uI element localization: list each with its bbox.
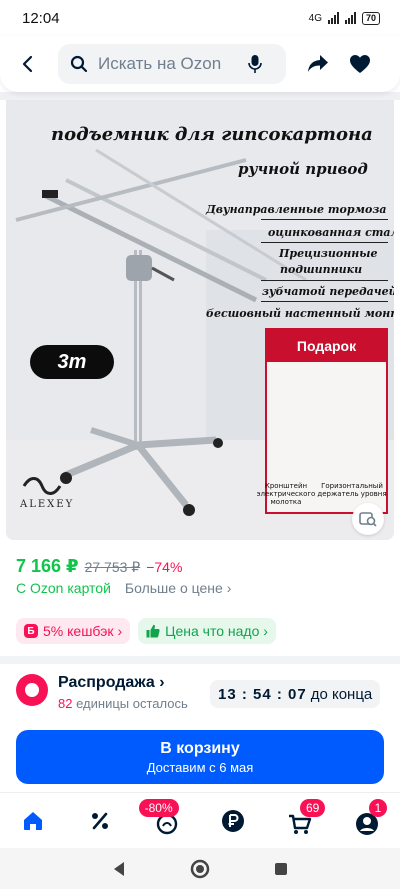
tab-fresh[interactable]: -80%: [138, 798, 189, 843]
feature-underline: [261, 219, 388, 220]
price-current: 7 166 ₽: [16, 556, 79, 576]
signal-icon-2: [344, 12, 356, 24]
system-nav-bar: [0, 848, 400, 889]
microphone-icon[interactable]: [248, 54, 262, 74]
feature-bearings: подшипники: [280, 263, 363, 276]
fair-price-label: Цена что надо ›: [165, 623, 268, 639]
ruble-icon: [222, 809, 245, 832]
tab-home[interactable]: [11, 799, 55, 843]
feature-underline: [261, 242, 388, 243]
add-to-cart-label: В корзину: [160, 739, 240, 757]
promo-badge: -80%: [138, 798, 179, 817]
thumbs-up-icon: [146, 624, 160, 638]
status-bar: 12:04 4G 70: [0, 0, 400, 36]
feature-gear: зубчатой передачей: [262, 285, 394, 298]
signal-icon: [327, 12, 339, 24]
cashback-label: 5% кешбэк ›: [43, 623, 123, 639]
home-circle-icon[interactable]: [190, 859, 210, 879]
top-header: [0, 36, 400, 92]
image-search-button[interactable]: [352, 503, 384, 535]
price-discount: −74%: [146, 559, 183, 575]
feature-underline: [261, 280, 388, 281]
gift-box: Подарок Кронштейн электрического молотка…: [257, 328, 388, 514]
timer-suffix: до конца: [310, 685, 373, 703]
sale-block[interactable]: Распродажа › 82 единицы осталось 13 : 54…: [16, 670, 384, 718]
section-divider: [0, 656, 400, 664]
tab-ozon-bank[interactable]: [211, 799, 255, 843]
network-type: 4G: [308, 12, 322, 24]
gift-caption-holder: Горизонтальный держатель уровня: [317, 482, 387, 498]
gift-label: Подарок: [267, 330, 386, 362]
favorite-button[interactable]: [342, 46, 378, 82]
feature-brakes: Двунаправленные тормоза: [206, 203, 387, 216]
back-arrow-icon: [22, 55, 33, 73]
card-price-row: С Ozon картой Больше о цене ›: [16, 580, 231, 596]
benefit-chips: Б 5% кешбэк › Цена что надо ›: [16, 618, 276, 644]
height-badge: 3m: [30, 345, 114, 379]
gift-caption-hammer: Кронштейн электрического молотка: [256, 482, 316, 506]
more-price-link[interactable]: Больше о цене ›: [125, 580, 231, 596]
sale-logo-icon: [16, 674, 48, 706]
share-button[interactable]: [300, 46, 336, 82]
status-time: 12:04: [22, 9, 60, 27]
image-search-icon: [359, 512, 377, 527]
battery-icon: 70: [361, 11, 380, 25]
photo-title: подъемник для гипсокартона: [51, 124, 373, 145]
feature-mount: бесшовный настенный монтаж: [206, 307, 394, 320]
bottom-tab-bar: -80% 69 1: [0, 792, 400, 848]
percent-icon: [91, 812, 108, 829]
product-gallery[interactable]: подъемник для гипсокартона ручной привод…: [6, 100, 394, 540]
tab-promotions[interactable]: [78, 799, 122, 843]
status-icons: 4G 70: [308, 11, 380, 25]
feature-underline: [261, 301, 388, 302]
sale-timer: 13 : 54 : 07 до конца: [210, 680, 381, 708]
home-icon: [24, 811, 43, 830]
sale-units-left: 82 единицы осталось: [58, 696, 188, 711]
price-old: 27 753 ₽: [84, 559, 141, 575]
price-row: 7 166 ₽ 27 753 ₽ −74%: [16, 556, 182, 577]
sale-title: Распродажа ›: [58, 674, 165, 691]
feature-precision: Прецизионные: [279, 247, 378, 260]
ozon-card-label: С Ozon картой: [16, 580, 111, 596]
profile-badge: 1: [368, 798, 388, 817]
add-to-cart-button[interactable]: В корзину Доставим с 6 мая: [16, 730, 384, 784]
timer-value: 13 : 54 : 07: [218, 685, 307, 703]
tab-profile[interactable]: 1: [345, 798, 389, 843]
cashback-icon: Б: [24, 624, 38, 638]
cashback-chip[interactable]: Б 5% кешбэк ›: [16, 618, 131, 644]
share-icon: [308, 55, 328, 72]
search-bar[interactable]: [58, 44, 286, 84]
sale-units-count: 82: [58, 696, 73, 711]
search-input[interactable]: [98, 54, 238, 74]
brand-name: ALEXEY: [20, 499, 75, 510]
header-spacer: [0, 92, 400, 100]
back-triangle-icon[interactable]: [111, 861, 127, 877]
cart-badge: 69: [299, 798, 326, 817]
fair-price-chip[interactable]: Цена что надо ›: [138, 618, 276, 644]
photo-subtitle: ручной привод: [238, 160, 368, 178]
delivery-date: Доставим с 6 мая: [146, 759, 254, 775]
search-icon: [70, 55, 88, 73]
sale-units-text: единицы осталось: [76, 696, 188, 711]
back-button[interactable]: [10, 46, 46, 82]
feature-steel: оцинкованная сталь: [268, 226, 394, 239]
heart-icon: [350, 55, 370, 73]
tab-cart[interactable]: 69: [278, 798, 326, 843]
recents-square-icon[interactable]: [273, 861, 289, 877]
